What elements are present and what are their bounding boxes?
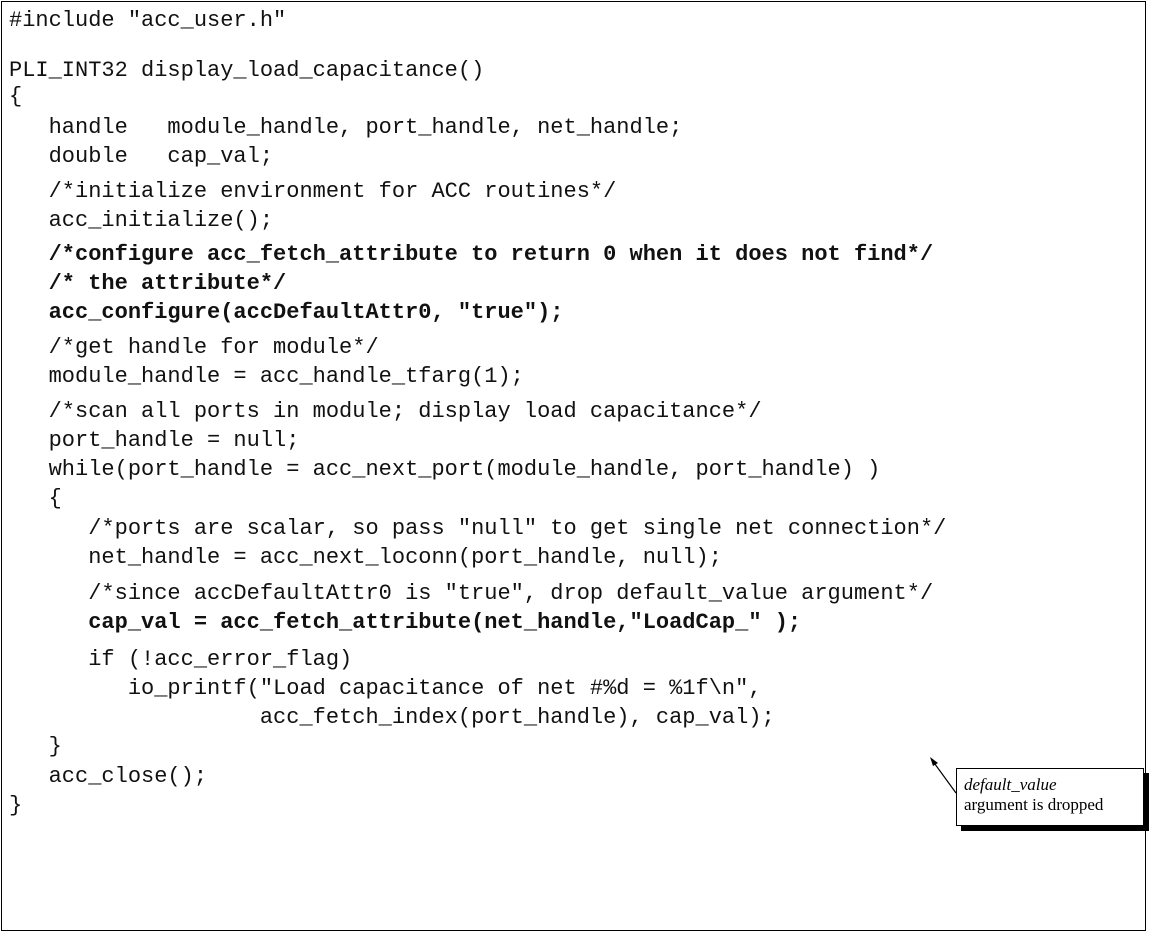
code-line: /*configure acc_fetch_attribute to retur… (9, 242, 934, 267)
code-line: double cap_val; (9, 144, 274, 169)
code-line: { (9, 486, 62, 511)
code-line: /*scan all ports in module; display load… (9, 399, 762, 424)
code-line: /* the attribute*/ (9, 271, 287, 296)
code-line: acc_configure(accDefaultAttr0, "true"); (9, 300, 564, 325)
callout-box: default_value argument is dropped (956, 768, 1144, 826)
code-line: module_handle = acc_handle_tfarg(1); (9, 364, 524, 389)
code-line: net_handle = acc_next_loconn(port_handle… (9, 545, 722, 570)
code-line: { (9, 84, 23, 109)
code-line: port_handle = null; (9, 428, 300, 453)
code-line: if (!acc_error_flag) (9, 647, 353, 672)
code-line: PLI_INT32 display_load_capacitance() (9, 58, 485, 83)
code-line: } (9, 734, 62, 759)
code-line: /*initialize environment for ACC routine… (9, 179, 617, 204)
code-line: io_printf("Load capacitance of net #%d =… (9, 676, 762, 701)
code-line: cap_val = acc_fetch_attribute(net_handle… (9, 610, 802, 635)
callout-body: argument is dropped (964, 795, 1104, 814)
code-line: while(port_handle = acc_next_port(module… (9, 457, 881, 482)
callout-title: default_value (964, 775, 1057, 794)
code-line: acc_initialize(); (9, 208, 274, 233)
code-line: handle module_handle, port_handle, net_h… (9, 115, 683, 140)
code-line: acc_close(); (9, 764, 208, 789)
code-line: /*get handle for module*/ (9, 335, 379, 360)
code-line: /*since accDefaultAttr0 is "true", drop … (9, 581, 934, 606)
code-line: /*ports are scalar, so pass "null" to ge… (9, 516, 947, 541)
code-line: } (9, 793, 23, 818)
code-line: #include "acc_user.h" (9, 8, 287, 33)
code-line: acc_fetch_index(port_handle), cap_val); (9, 705, 775, 730)
